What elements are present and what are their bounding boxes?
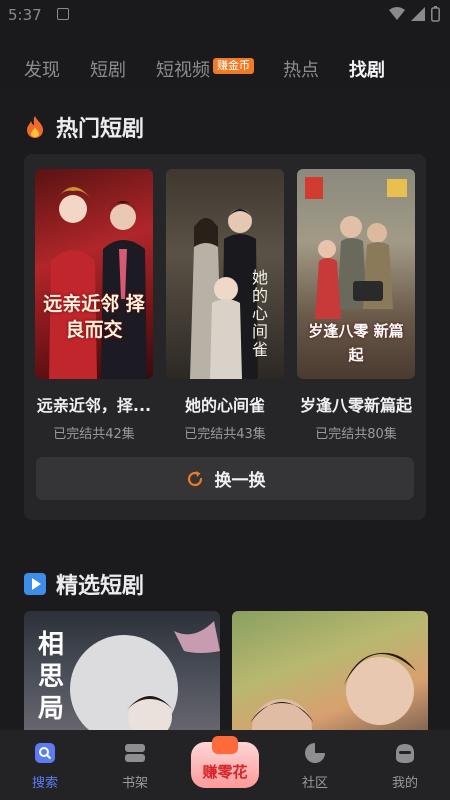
cover-art-illustration bbox=[49, 187, 147, 379]
nav-search[interactable]: 搜索 bbox=[15, 742, 75, 791]
refresh-button[interactable]: 换一换 bbox=[36, 457, 414, 500]
drama-cover[interactable]: 远亲近邻 择良而交 bbox=[35, 169, 153, 379]
community-icon bbox=[305, 743, 325, 763]
nav-mine[interactable]: 我的 bbox=[375, 742, 435, 791]
cover-art-illustration bbox=[250, 652, 416, 736]
hot-section-title: 热门短剧 bbox=[56, 117, 145, 142]
nav-mine-label: 我的 bbox=[391, 776, 418, 791]
earn-pocket-money-button[interactable]: 赚零花 bbox=[191, 736, 259, 788]
earn-coins-badge: 赚金币 bbox=[213, 58, 254, 74]
status-time: 5:37 bbox=[8, 6, 42, 24]
nav-bookshelf-label: 书架 bbox=[121, 776, 148, 791]
refresh-icon bbox=[187, 470, 202, 486]
drama-cover[interactable]: 岁逢八零 新篇起 bbox=[297, 169, 415, 379]
bookshelf-icon bbox=[125, 744, 145, 762]
nav-community[interactable]: 社区 bbox=[285, 742, 345, 791]
cover-title-art: 相思局 bbox=[38, 630, 65, 724]
fire-icon bbox=[27, 116, 43, 138]
earn-pocket-money-label: 赚零花 bbox=[202, 763, 248, 781]
tab-short-drama[interactable]: 短剧 bbox=[90, 56, 126, 82]
notification-icon bbox=[57, 8, 69, 20]
cover-title-art: 远亲近邻 择良而交 bbox=[43, 293, 145, 341]
hot-dramas-card: 远亲近邻 择良而交 远亲近邻，择... 已完结共42集 她的心间雀 她的心间雀 … bbox=[24, 154, 426, 520]
battery-icon bbox=[431, 6, 440, 22]
top-tab-bar: 发现 短剧 短视频 赚金币 热点 找剧 bbox=[0, 32, 450, 86]
drama-item[interactable]: 岁逢八零 新篇起 岁逢八零新篇起 已完结共80集 bbox=[297, 169, 415, 442]
status-indicators bbox=[389, 6, 440, 22]
profile-icon bbox=[396, 744, 414, 763]
drama-item[interactable]: 远亲近邻 择良而交 远亲近邻，择... 已完结共42集 bbox=[35, 169, 153, 442]
featured-cover[interactable]: 相思局 bbox=[24, 611, 220, 736]
featured-section-title: 精选短剧 bbox=[56, 574, 145, 599]
drama-item[interactable]: 她的心间雀 她的心间雀 已完结共43集 bbox=[166, 169, 284, 442]
cover-title-art: 岁逢八零 新篇起 bbox=[308, 322, 404, 364]
drama-title: 远亲近邻，择... bbox=[36, 396, 152, 415]
drama-episodes: 已完结共80集 bbox=[315, 427, 397, 442]
featured-cover[interactable] bbox=[232, 611, 428, 736]
cover-title-art: 她的心间雀 bbox=[251, 268, 268, 359]
drama-episodes: 已完结共42集 bbox=[53, 427, 135, 442]
tab-find-drama[interactable]: 找剧 bbox=[349, 56, 385, 82]
refresh-label: 换一换 bbox=[214, 471, 266, 491]
drama-title: 她的心间雀 bbox=[184, 396, 265, 415]
tab-discover[interactable]: 发现 bbox=[24, 56, 60, 82]
play-icon bbox=[24, 573, 46, 595]
nav-community-label: 社区 bbox=[301, 776, 328, 791]
tab-short-video[interactable]: 短视频 bbox=[156, 56, 210, 82]
nav-bookshelf[interactable]: 书架 bbox=[105, 742, 165, 791]
drama-cover[interactable]: 她的心间雀 bbox=[166, 169, 284, 379]
signal-icon bbox=[411, 7, 425, 21]
status-bar: 5:37 bbox=[0, 0, 450, 32]
hot-section-header: 热门短剧 bbox=[24, 111, 144, 143]
earn-wallet-icon bbox=[212, 736, 238, 754]
nav-search-label: 搜索 bbox=[31, 776, 58, 791]
featured-section-header: 精选短剧 bbox=[24, 568, 144, 600]
tab-hot[interactable]: 热点 bbox=[283, 56, 319, 82]
wifi-icon bbox=[389, 7, 405, 20]
search-icon bbox=[35, 743, 55, 763]
drama-episodes: 已完结共43集 bbox=[184, 427, 266, 442]
drama-title: 岁逢八零新篇起 bbox=[299, 396, 412, 415]
